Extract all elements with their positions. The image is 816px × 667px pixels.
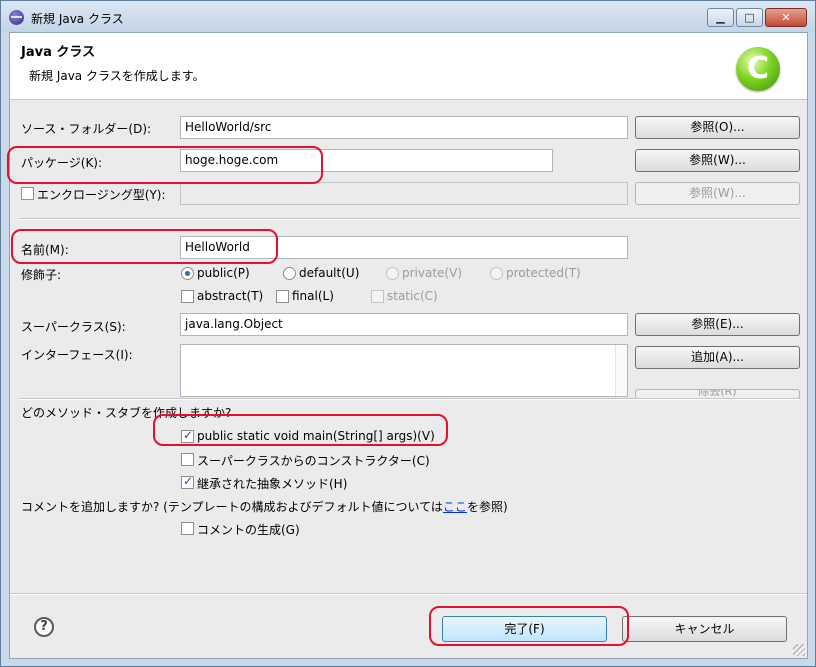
generate-comments-checkbox[interactable] <box>181 522 194 535</box>
help-icon[interactable]: ? <box>34 617 54 637</box>
superclass-constructors-checkbox[interactable] <box>181 453 194 466</box>
separator <box>18 398 801 400</box>
dialog-client-area: Java クラス 新規 Java クラスを作成します。 C ソース・フォルダー(… <box>9 32 808 659</box>
cancel-button[interactable]: キャンセル <box>622 616 787 642</box>
modifiers-label: 修飾子: <box>21 268 62 282</box>
window-title: 新規 Java クラス <box>31 12 124 26</box>
close-button[interactable]: ✕ <box>765 8 807 27</box>
minimize-button[interactable]: ▁ <box>707 8 734 27</box>
public-label: public(P) <box>197 266 250 280</box>
main-method-label: public static void main(String[] args)(V… <box>197 429 435 443</box>
source-folder-label: ソース・フォルダー(D): <box>21 122 152 136</box>
final-checkbox[interactable] <box>276 290 289 303</box>
resize-grip[interactable] <box>793 644 805 656</box>
separator <box>18 218 801 220</box>
public-radio[interactable] <box>181 267 194 280</box>
inherited-abstract-methods-label: 継承された抽象メソッド(H) <box>197 477 348 491</box>
eclipse-icon <box>9 10 24 25</box>
finish-button[interactable]: 完了(F) <box>442 616 607 642</box>
dialog-window: 新規 Java クラス ▁ □ ✕ Java クラス 新規 Java クラスを作… <box>0 0 816 667</box>
generate-comments-label: コメントの生成(G) <box>197 523 300 537</box>
enclosing-type-browse-button[interactable]: 参照(W)... <box>635 182 800 205</box>
name-label: 名前(M): <box>21 243 69 257</box>
package-label: パッケージ(K): <box>21 156 103 170</box>
superclass-browse-button[interactable]: 参照(E)... <box>635 313 800 336</box>
enclosing-type-label: エンクロージング型(Y): <box>37 188 166 202</box>
package-input[interactable]: hoge.hoge.com <box>180 149 553 172</box>
default-radio[interactable] <box>283 267 296 280</box>
inherited-abstract-methods-checkbox[interactable] <box>181 474 194 489</box>
wizard-title: Java クラス <box>21 45 96 60</box>
comments-question: コメントを追加しますか? (テンプレートの構成およびデフォルト値についてはここを… <box>21 498 508 515</box>
footer-separator <box>10 593 807 595</box>
static-checkbox[interactable] <box>371 290 384 303</box>
wizard-description: 新規 Java クラスを作成します。 <box>29 69 205 83</box>
abstract-label: abstract(T) <box>197 289 264 303</box>
default-label: default(U) <box>299 266 360 280</box>
interfaces-label: インターフェース(I): <box>21 348 133 362</box>
superclass-constructors-label: スーパークラスからのコンストラクター(C) <box>197 454 430 468</box>
source-folder-browse-button[interactable]: 参照(O)... <box>635 116 800 139</box>
interfaces-list[interactable] <box>180 344 628 397</box>
final-label: final(L) <box>292 289 334 303</box>
enclosing-type-input[interactable] <box>180 182 628 205</box>
comments-question-prefix: コメントを追加しますか? (テンプレートの構成およびデフォルト値については <box>21 500 443 514</box>
maximize-button[interactable]: □ <box>736 8 763 27</box>
wizard-banner: Java クラス 新規 Java クラスを作成します。 C <box>10 33 807 100</box>
private-radio[interactable] <box>386 267 399 280</box>
abstract-checkbox[interactable] <box>181 290 194 303</box>
title-bar[interactable]: 新規 Java クラス ▁ □ ✕ <box>1 1 815 32</box>
superclass-input[interactable]: java.lang.Object <box>180 313 628 336</box>
class-name-input[interactable]: HelloWorld <box>180 236 628 259</box>
comments-question-suffix: を参照) <box>466 500 508 514</box>
interfaces-list-scrollbar[interactable] <box>615 345 627 396</box>
static-label: static(C) <box>387 289 438 303</box>
protected-label: protected(T) <box>506 266 581 280</box>
protected-radio[interactable] <box>490 267 503 280</box>
main-method-checkbox[interactable] <box>181 428 194 443</box>
add-interface-button[interactable]: 追加(A)... <box>635 346 800 369</box>
package-browse-button[interactable]: 参照(W)... <box>635 149 800 172</box>
templates-link[interactable]: ここ <box>443 500 467 514</box>
method-stubs-question: どのメソッド・スタブを作成しますか? <box>21 406 232 420</box>
superclass-label: スーパークラス(S): <box>21 320 126 334</box>
private-label: private(V) <box>402 266 462 280</box>
source-folder-input[interactable]: HelloWorld/src <box>180 116 628 139</box>
enclosing-type-checkbox[interactable] <box>21 187 34 200</box>
java-class-logo-icon: C <box>736 47 780 91</box>
